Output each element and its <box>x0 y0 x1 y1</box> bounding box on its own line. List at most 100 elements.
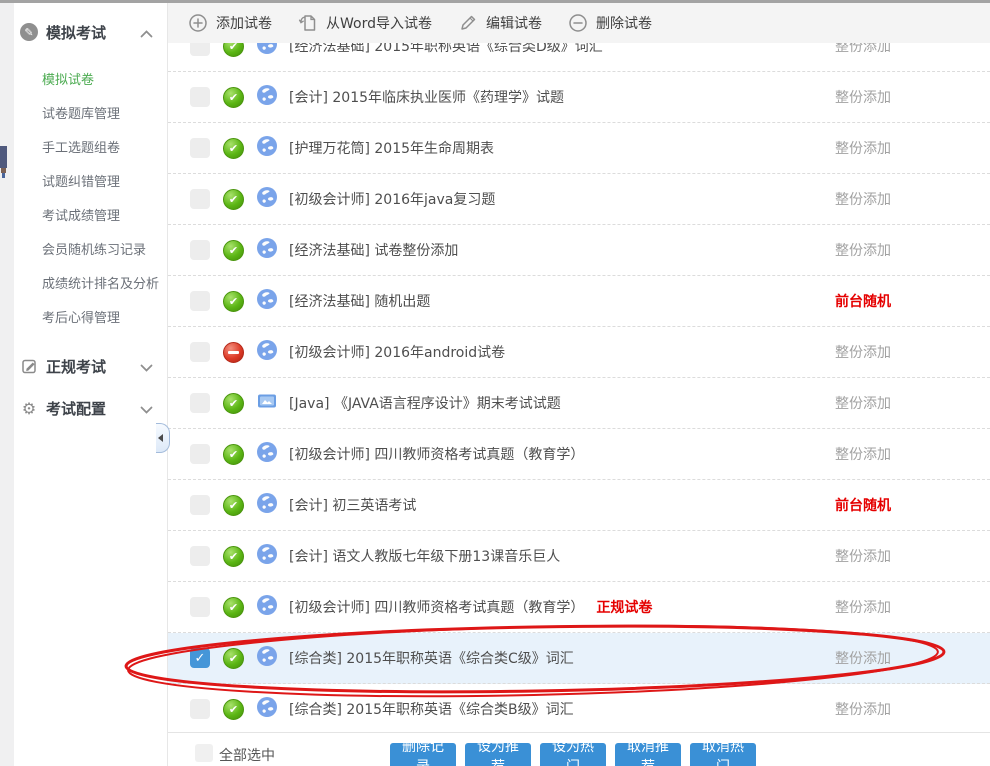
delete-paper-button[interactable]: 删除试卷 <box>568 13 652 33</box>
add-mode-label: 整份添加 <box>835 546 891 566</box>
paper-title[interactable]: [Java] 《JAVA语言程序设计》期末考试试题 <box>289 393 561 413</box>
sidebar-item[interactable]: 手工选题组卷 <box>14 132 167 166</box>
paper-title[interactable]: [综合类] 2015年职称英语《综合类B级》词汇 <box>289 699 574 719</box>
footer-action-button[interactable]: 删除记录 <box>390 743 456 766</box>
row-checkbox[interactable] <box>190 393 210 413</box>
left-edge-strip <box>0 3 14 766</box>
table-row[interactable]: [初级会计师] 四川教师资格考试真题（教育学） 整份添加 <box>168 429 990 480</box>
edit-paper-button[interactable]: 编辑试卷 <box>458 13 542 33</box>
add-mode-label: 整份添加 <box>835 393 891 413</box>
table-row[interactable]: [初级会计师] 四川教师资格考试真题（教育学） 正规试卷 整份添加 <box>168 582 990 633</box>
footer-action-button[interactable]: 设为推荐 <box>465 743 531 766</box>
sidebar-section-exam-config[interactable]: ⚙ 考试配置 <box>14 388 167 428</box>
globe-icon <box>257 238 277 262</box>
screen-icon <box>257 392 277 414</box>
table-row[interactable]: [综合类] 2015年职称英语《综合类C级》词汇 整份添加 <box>168 633 990 684</box>
row-checkbox[interactable] <box>190 138 210 158</box>
row-checkbox[interactable] <box>190 291 210 311</box>
publish-status-icon <box>223 189 244 210</box>
footer-action-button[interactable]: 取消推荐 <box>615 743 681 766</box>
table-row[interactable]: [初级会计师] 2016年android试卷 整份添加 <box>168 327 990 378</box>
sidebar-item[interactable]: 会员随机练习记录 <box>14 234 167 268</box>
sidebar-section-formal-exam[interactable]: 正规考试 <box>14 346 167 386</box>
footer-action-button[interactable]: 取消热门 <box>690 743 756 766</box>
globe-icon <box>257 442 277 466</box>
row-checkbox[interactable] <box>190 444 210 464</box>
row-checkbox[interactable] <box>190 87 210 107</box>
table-row[interactable]: [会计] 初三英语考试 前台随机 <box>168 480 990 531</box>
publish-status-icon <box>223 495 244 516</box>
sidebar-item[interactable]: 考后心得管理 <box>14 302 167 336</box>
paper-title[interactable]: [初级会计师] 四川教师资格考试真题（教育学） <box>289 597 584 617</box>
minus-circle-icon <box>568 13 588 33</box>
paper-title[interactable]: [经济法基础] 试卷整份添加 <box>289 240 458 260</box>
paper-title[interactable]: [初级会计师] 四川教师资格考试真题（教育学） <box>289 444 584 464</box>
paper-title[interactable]: [会计] 2015年临床执业医师《药理学》试题 <box>289 87 564 107</box>
footer-action-button[interactable]: 设为热门 <box>540 743 606 766</box>
publish-status-icon <box>223 342 244 363</box>
globe-icon <box>257 646 277 670</box>
table-row[interactable]: [Java] 《JAVA语言程序设计》期末考试试题 整份添加 <box>168 378 990 429</box>
sidebar-submenu: 模拟试卷试卷题库管理手工选题组卷试题纠错管理考试成绩管理会员随机练习记录成绩统计… <box>14 64 167 336</box>
sidebar-item[interactable]: 试卷题库管理 <box>14 98 167 132</box>
row-checkbox[interactable] <box>190 597 210 617</box>
table-row[interactable]: [护理万花筒] 2015年生命周期表 整份添加 <box>168 123 990 174</box>
paper-title[interactable]: [初级会计师] 2016年android试卷 <box>289 342 505 362</box>
sidebar: ✎ 模拟考试 模拟试卷试卷题库管理手工选题组卷试题纠错管理考试成绩管理会员随机练… <box>14 3 168 766</box>
paper-title[interactable]: [会计] 初三英语考试 <box>289 495 416 515</box>
pencil-circle-icon: ✎ <box>20 23 38 41</box>
add-mode-label: 整份添加 <box>835 189 891 209</box>
paper-title[interactable]: [综合类] 2015年职称英语《综合类C级》词汇 <box>289 648 574 668</box>
table-row[interactable]: [经济法基础] 试卷整份添加 整份添加 <box>168 225 990 276</box>
row-checkbox[interactable] <box>190 189 210 209</box>
publish-status-icon <box>223 699 244 720</box>
paper-title[interactable]: [会计] 语文人教版七年级下册13课音乐巨人 <box>289 546 560 566</box>
toolbar-button-label: 删除试卷 <box>596 13 652 33</box>
pencil-icon <box>458 13 478 33</box>
row-checkbox[interactable] <box>190 648 210 668</box>
globe-icon <box>257 85 277 109</box>
sidebar-section-mock-exam[interactable]: ✎ 模拟考试 <box>14 12 167 52</box>
publish-status-icon <box>223 597 244 618</box>
paper-title[interactable]: [护理万花筒] 2015年生命周期表 <box>289 138 494 158</box>
add-paper-button[interactable]: 添加试卷 <box>188 13 272 33</box>
row-checkbox[interactable] <box>190 240 210 260</box>
main-panel: 添加试卷 从Word导入试卷 编辑试卷 删除试卷 <box>168 3 990 766</box>
row-checkbox[interactable] <box>190 546 210 566</box>
add-mode-label: 前台随机 <box>835 291 891 311</box>
table-row[interactable]: [经济法基础] 随机出题 前台随机 <box>168 276 990 327</box>
table-row[interactable]: [综合类] 2015年职称英语《综合类B级》词汇 整份添加 <box>168 684 990 735</box>
row-checkbox[interactable] <box>190 699 210 719</box>
table-row[interactable]: [会计] 2015年临床执业医师《药理学》试题 整份添加 <box>168 72 990 123</box>
paper-title[interactable]: [初级会计师] 2016年java复习题 <box>289 189 495 209</box>
globe-icon <box>257 340 277 364</box>
sidebar-section-label: 正规考试 <box>46 356 106 377</box>
publish-status-icon <box>223 240 244 261</box>
globe-icon <box>257 493 277 517</box>
row-checkbox[interactable] <box>190 495 210 515</box>
sidebar-item[interactable]: 试题纠错管理 <box>14 166 167 200</box>
sidebar-item[interactable]: 成绩统计排名及分析 <box>14 268 167 302</box>
table-row[interactable]: [初级会计师] 2016年java复习题 整份添加 <box>168 174 990 225</box>
add-mode-label: 整份添加 <box>835 444 891 464</box>
footer-bar: 全部选中 删除记录设为推荐设为热门取消推荐取消热门 <box>168 732 990 766</box>
publish-status-icon <box>223 393 244 414</box>
globe-icon <box>257 289 277 313</box>
gear-icon: ⚙ <box>20 399 38 417</box>
publish-status-icon <box>223 87 244 108</box>
globe-icon <box>257 136 277 160</box>
sidebar-collapse-handle[interactable] <box>156 423 170 453</box>
toolbar-button-label: 从Word导入试卷 <box>326 13 432 33</box>
add-mode-label: 整份添加 <box>835 597 891 617</box>
table-row[interactable]: [会计] 语文人教版七年级下册13课音乐巨人 整份添加 <box>168 531 990 582</box>
paper-title[interactable]: [经济法基础] 随机出题 <box>289 291 430 311</box>
edit-square-icon <box>20 357 38 375</box>
sidebar-item[interactable]: 考试成绩管理 <box>14 200 167 234</box>
row-checkbox[interactable] <box>190 342 210 362</box>
chevron-down-icon <box>140 399 153 418</box>
import-from-word-button[interactable]: 从Word导入试卷 <box>298 13 432 33</box>
word-import-icon <box>298 13 318 33</box>
sidebar-item[interactable]: 模拟试卷 <box>14 64 167 98</box>
add-mode-label: 整份添加 <box>835 648 891 668</box>
select-all-checkbox[interactable] <box>195 744 213 762</box>
